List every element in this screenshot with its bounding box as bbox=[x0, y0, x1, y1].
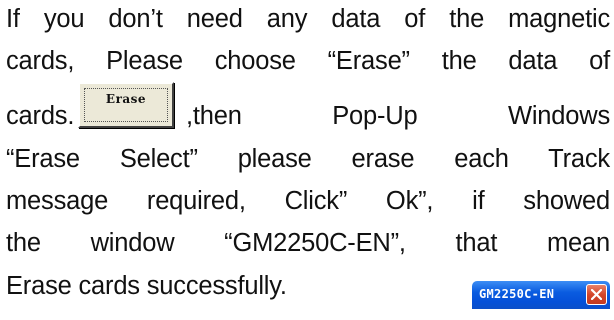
window-title: GM2250C-EN bbox=[479, 287, 555, 301]
erase-button-image: Erase bbox=[78, 82, 174, 128]
window-titlebar-image: GM2250C-EN bbox=[472, 281, 610, 309]
erase-button-label: Erase bbox=[105, 92, 147, 106]
paragraph-line-6: the window “GM2250C-EN”, that mean bbox=[6, 229, 610, 257]
paragraph-line-2: cards, Please choose “Erase” the data of bbox=[6, 47, 610, 75]
paragraph-line-5: message required, Click” Ok”, if showed bbox=[6, 187, 610, 215]
paragraph-line-3-start: cards. bbox=[6, 102, 75, 130]
paragraph-line-4: “Erase Select” please erase each Track bbox=[6, 145, 610, 173]
close-icon bbox=[586, 284, 607, 305]
paragraph-line-1: If you don’t need any data of the magnet… bbox=[6, 5, 610, 33]
paragraph-line-3-end: ,then Pop-Up Windows bbox=[186, 102, 610, 130]
